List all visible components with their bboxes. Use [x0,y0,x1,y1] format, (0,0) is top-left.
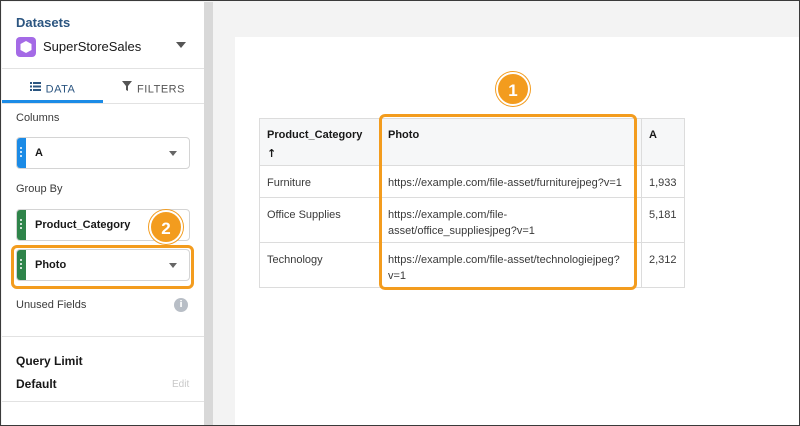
table-row: Furniture https://example.com/file-asset… [259,165,685,198]
info-icon[interactable]: i [174,298,188,312]
query-limit-label: Query Limit [16,354,83,368]
sidebar-resize-handle[interactable] [204,2,213,425]
callout-badge-1: 1 [496,72,530,106]
column-header-product-category[interactable]: Product_Category ↑ [259,118,381,166]
column-header-a[interactable]: A [641,118,685,166]
datasets-title: Datasets [16,15,71,30]
table-cell: 1,933 [641,165,685,198]
table-cell: 5,181 [641,197,685,243]
chevron-down-icon[interactable] [169,263,177,268]
tab-data-label: DATA [45,83,76,96]
table-header-row: Product_Category ↑ Photo A [259,118,685,166]
unused-fields-label: Unused Fields [16,299,87,311]
tab-filters-label: FILTERS [137,83,185,96]
tab-data[interactable]: DATA [2,76,103,103]
callout-badge-2: 2 [149,210,183,244]
list-icon [29,75,41,102]
filter-icon [122,75,133,102]
sidebar-tabs: DATA FILTERS [2,76,204,103]
table-cell: Furniture [259,165,381,198]
table-cell: https://example.com/file-asset/office_su… [380,197,642,243]
group-by-field-name: Product_Category [35,219,131,231]
columns-label: Columns [16,112,60,124]
divider [2,336,204,337]
group-by-label: Group By [16,183,63,195]
group-by-field-name: Photo [35,259,67,271]
group-by-field-pill-photo[interactable]: Photo [16,249,190,281]
columns-field-name: A [35,147,43,159]
dataset-icon [16,37,36,57]
column-header-label: Product_Category [267,129,363,141]
table-cell: https://example.com/file-asset/furniture… [380,165,642,198]
table-cell: Technology [259,242,381,288]
results-table: Product_Category ↑ Photo A Furniture htt… [259,118,685,288]
query-limit-value: Default [16,377,57,391]
drag-handle[interactable] [17,138,26,168]
dataset-selector[interactable]: SuperStoreSales [16,36,190,58]
columns-field-pill[interactable]: A [16,137,190,169]
divider [2,68,204,69]
table-cell: 2,312 [641,242,685,288]
drag-handle[interactable] [17,210,26,240]
window-frame: Datasets SuperStoreSales DATA FILTERS Co… [0,0,800,426]
chevron-down-icon[interactable] [176,42,186,48]
column-header-photo[interactable]: Photo [380,118,642,166]
table-cell: Office Supplies [259,197,381,243]
divider [2,103,204,104]
dataset-name: SuperStoreSales [43,39,142,54]
chevron-down-icon[interactable] [169,151,177,156]
sort-ascending-icon[interactable]: ↑ [267,147,373,160]
tab-filters[interactable]: FILTERS [103,76,204,103]
query-limit-edit-link[interactable]: Edit [172,379,189,390]
drag-handle[interactable] [17,250,26,280]
table-row: Office Supplies https://example.com/file… [259,197,685,243]
table-row: Technology https://example.com/file-asse… [259,242,685,288]
table-cell: https://example.com/file-asset/technolog… [380,242,642,288]
divider [2,401,204,402]
